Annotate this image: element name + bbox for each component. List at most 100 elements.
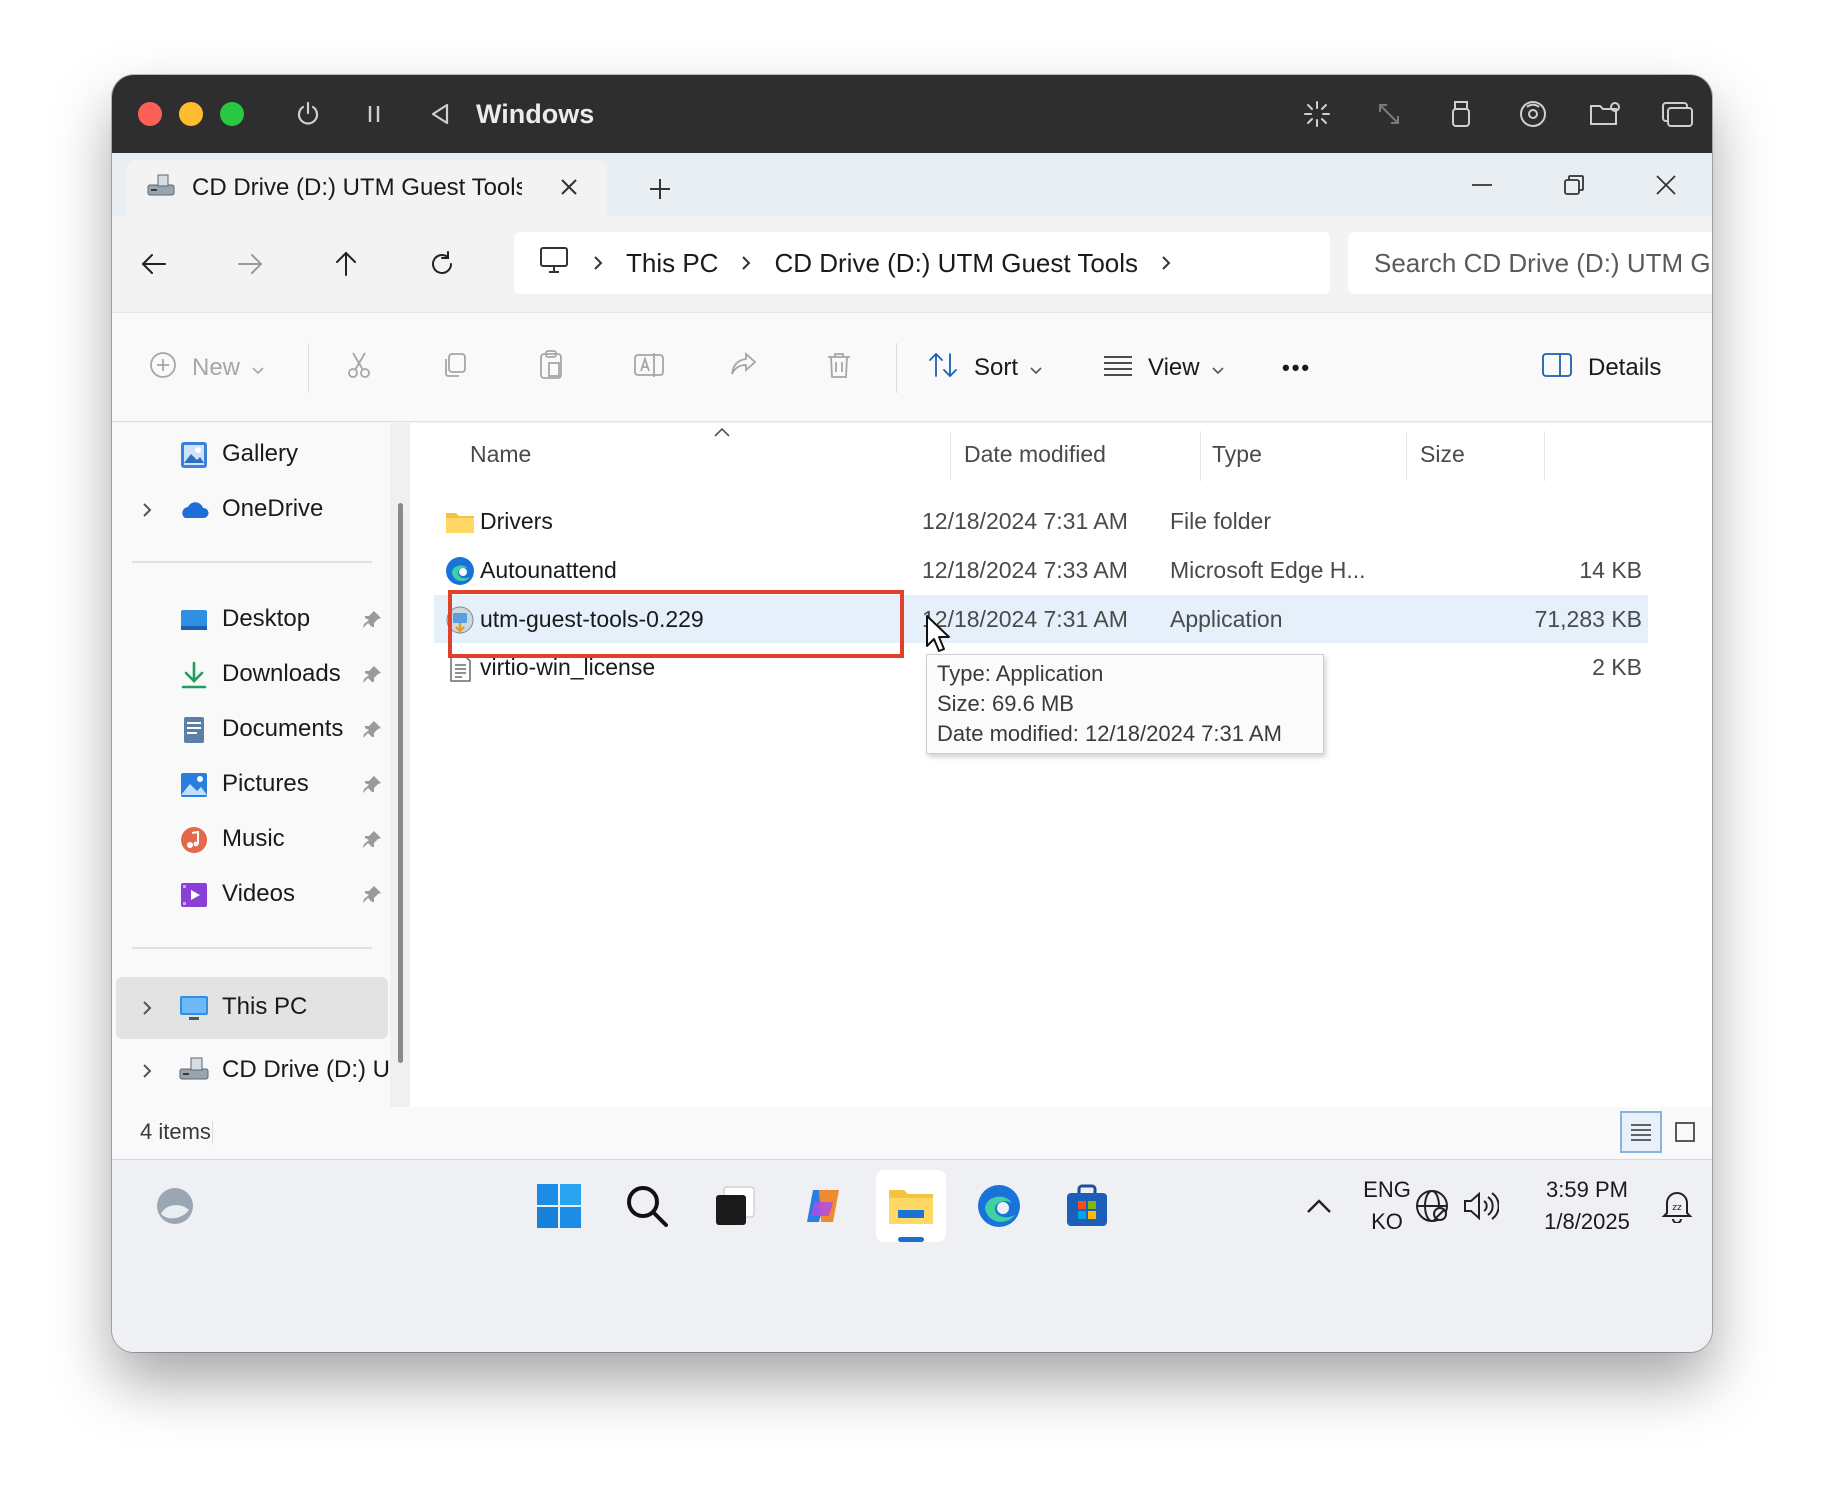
sidebar-item-downloads[interactable]: Downloads [112,647,410,703]
microsoft-store-icon[interactable] [1052,1170,1122,1242]
pin-icon[interactable] [360,828,384,852]
tooltip-date: Date modified: 12/18/2024 7:31 AM [937,721,1282,746]
cut-button[interactable] [344,313,374,423]
sidebar-item-label: Gallery [222,440,299,467]
command-bar: New Sort View ••• Details [112,312,1712,422]
details-pane-icon [1540,351,1574,386]
windows-switch-icon[interactable] [1660,97,1694,131]
sidebar-item-desktop[interactable]: Desktop [112,592,410,648]
sidebar-item-pictures[interactable]: Pictures [112,757,410,813]
chevron-right-icon[interactable] [134,497,160,523]
share-button[interactable] [728,313,758,423]
new-button[interactable]: New [148,313,264,423]
pin-icon[interactable] [360,883,384,907]
breadcrumb-chevron-icon[interactable] [592,254,604,272]
up-arrow-icon[interactable] [326,244,366,284]
sidebar-item-videos[interactable]: Videos [112,867,410,923]
rename-button[interactable] [632,313,666,423]
restore-button[interactable] [1528,153,1620,216]
pin-icon[interactable] [360,663,384,687]
details-button[interactable]: Details [1540,313,1661,423]
sort-button[interactable]: Sort [926,313,1042,423]
minimize-window-button[interactable] [179,102,203,126]
start-button[interactable] [524,1170,594,1242]
refresh-icon[interactable] [422,244,462,284]
breadcrumb-chevron-icon[interactable] [1160,254,1172,272]
edge-browser-icon[interactable] [964,1170,1034,1242]
svg-text:zz: zz [1672,1203,1682,1213]
sidebar-item-label: CD Drive (D:) UT [222,1056,405,1083]
desktop-icon [178,604,210,636]
pause-icon[interactable] [360,100,388,128]
breadcrumb-cd-drive[interactable]: CD Drive (D:) UTM Guest Tools [774,248,1138,279]
pin-icon[interactable] [360,718,384,742]
sidebar-item-cd-drive[interactable]: CD Drive (D:) UT [112,1043,410,1099]
paste-button[interactable] [536,313,566,423]
sidebar-item-onedrive[interactable]: OneDrive [112,482,410,538]
task-view-icon[interactable] [700,1170,770,1242]
forward-arrow-icon[interactable] [230,244,270,284]
search-input[interactable]: Search CD Drive (D:) UTM Guest Tools [1348,232,1712,294]
new-label: New [192,354,241,381]
notification-bell-icon[interactable]: zz [1652,1170,1702,1242]
sidebar-item-this-pc[interactable]: This PC [116,977,388,1039]
back-triangle-icon[interactable] [426,100,454,128]
chevron-right-icon[interactable] [134,1058,160,1084]
copilot-icon[interactable] [788,1170,858,1242]
file-date: 12/18/2024 7:33 AM [922,557,1128,583]
shared-folder-icon[interactable] [1588,97,1622,131]
sidebar-item-label: Downloads [222,660,341,687]
sidebar-item-music[interactable]: Music [112,812,410,868]
file-explorer-taskbar-icon[interactable] [876,1170,946,1242]
resize-icon[interactable] [1372,97,1406,131]
tab-cd-drive[interactable]: CD Drive (D:) UTM Guest Tools [126,160,606,216]
breadcrumb-this-pc[interactable]: This PC [626,248,718,279]
table-row[interactable]: Autounattend 12/18/2024 7:33 AM Microsof… [434,546,1648,594]
close-tab-icon[interactable] [554,172,584,202]
table-row[interactable]: Drivers 12/18/2024 7:31 AM File folder [434,497,1648,545]
sort-label: Sort [974,354,1019,381]
more-options-button[interactable]: ••• [1282,313,1311,423]
close-button[interactable] [1620,153,1712,216]
tab-label: CD Drive (D:) UTM Guest Tools [192,174,522,201]
sidebar-scrollbar-thumb[interactable] [398,503,403,1063]
address-bar[interactable]: This PC CD Drive (D:) UTM Guest Tools [514,232,1330,294]
copy-button[interactable] [440,313,470,423]
breadcrumb-chevron-icon[interactable] [740,254,752,272]
edge-file-icon [444,555,476,587]
usb-icon[interactable] [1444,97,1478,131]
capture-input-icon[interactable] [1300,97,1334,131]
sidebar-item-gallery[interactable]: Gallery [112,427,410,483]
large-icons-view-button[interactable] [1664,1111,1706,1153]
volume-icon[interactable] [1452,1170,1508,1242]
close-window-button[interactable] [138,102,162,126]
sidebar-item-documents[interactable]: Documents [112,702,410,758]
minimize-button[interactable] [1436,153,1528,216]
new-tab-button[interactable] [640,169,680,209]
column-date-modified[interactable]: Date modified [964,423,1106,485]
column-name[interactable]: Name [470,423,531,485]
trash-icon [824,350,854,387]
delete-button[interactable] [824,313,854,423]
vm-window: Windows CD Drive (D:) UTM Guest Tools Th… [112,75,1712,1352]
file-name: virtio-win_license [480,654,656,680]
status-bar: 4 items [112,1107,1712,1159]
weather-widget-icon[interactable] [140,1170,210,1242]
sidebar-item-label: OneDrive [222,495,324,522]
zoom-window-button[interactable] [220,102,244,126]
chevron-up-icon[interactable] [1284,1170,1354,1242]
clock[interactable]: 3:59 PM 1/8/2025 [1522,1174,1652,1238]
disc-icon[interactable] [1516,97,1550,131]
chevron-right-icon[interactable] [134,995,160,1021]
pin-icon[interactable] [360,608,384,632]
view-button[interactable]: View [1102,313,1224,423]
power-icon[interactable] [294,100,322,128]
pin-icon[interactable] [360,773,384,797]
music-icon [178,824,210,856]
column-size[interactable]: Size [1420,423,1465,485]
sidebar-item-label: This PC [222,993,308,1020]
search-icon[interactable] [612,1170,682,1242]
details-view-button[interactable] [1620,1111,1662,1153]
column-type[interactable]: Type [1212,423,1262,485]
back-arrow-icon[interactable] [134,244,174,284]
